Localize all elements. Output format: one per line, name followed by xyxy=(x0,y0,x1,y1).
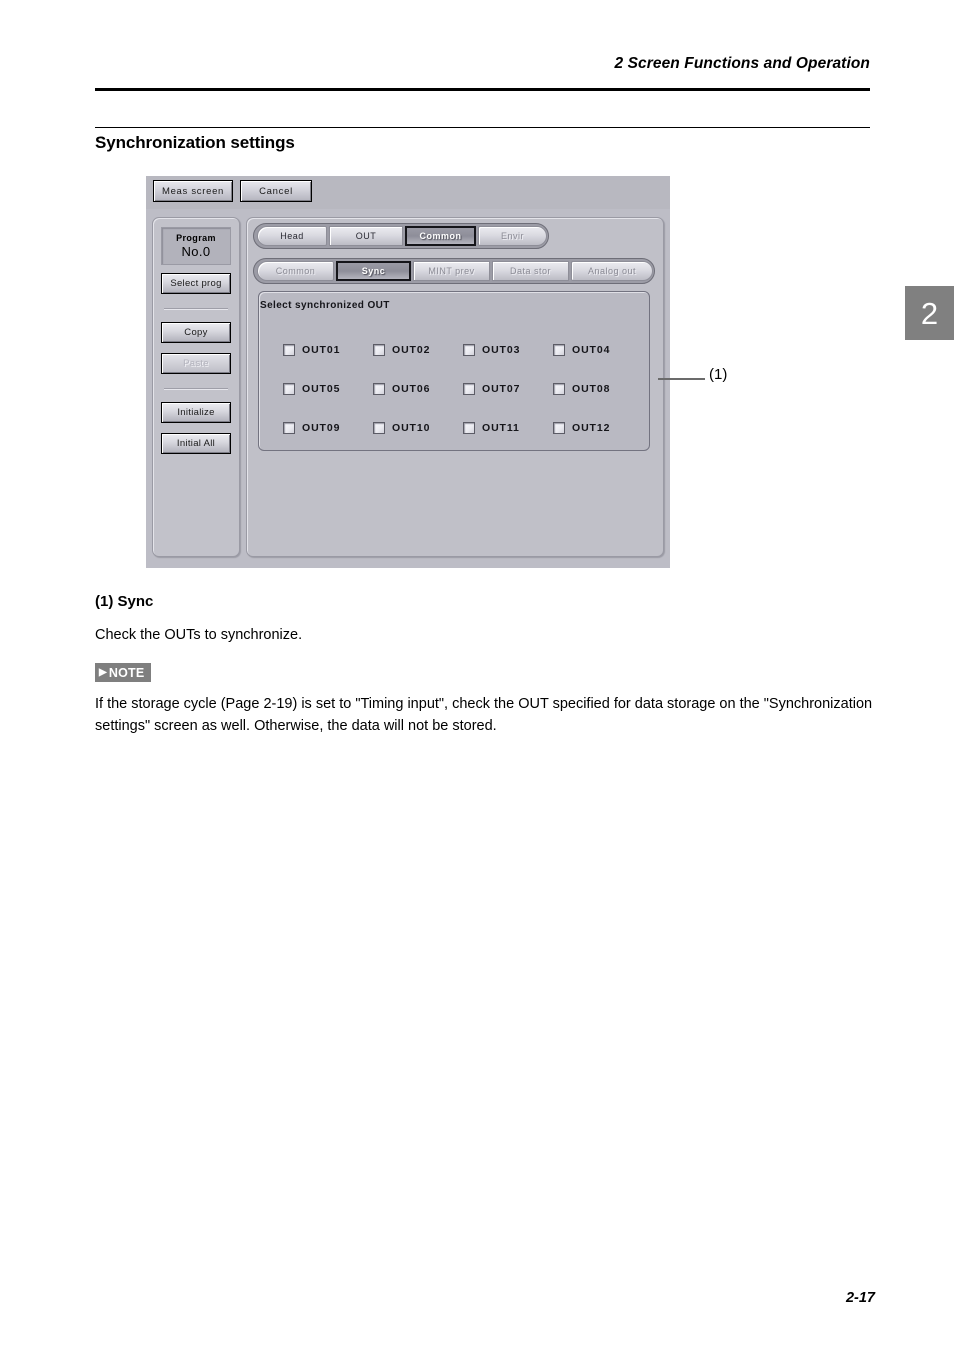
rail-separator-1 xyxy=(164,308,228,310)
secondary-tab-bar: Common Sync MINT prev Data stor Analog o… xyxy=(253,258,655,284)
checkbox-item-out07[interactable]: OUT07 xyxy=(463,369,553,408)
note-paragraph: If the storage cycle (Page 2-19) is set … xyxy=(95,696,873,734)
tab-mint-prev[interactable]: MINT prev xyxy=(413,261,490,281)
paste-button[interactable]: Paste xyxy=(161,353,231,374)
program-value: No.0 xyxy=(181,244,211,259)
tab-head[interactable]: Head xyxy=(257,226,327,246)
section-rule xyxy=(95,127,870,128)
checkbox-label: OUT09 xyxy=(302,421,341,434)
checkbox-row: OUT05 OUT06 OUT07 OUT08 xyxy=(283,369,643,408)
checkbox-label: OUT02 xyxy=(392,343,431,356)
checkbox-label: OUT08 xyxy=(572,382,611,395)
checkbox-icon[interactable] xyxy=(283,343,295,356)
checkbox-row: OUT01 OUT02 OUT03 OUT04 xyxy=(283,330,643,369)
triangle-right-icon: ▶ xyxy=(99,666,107,678)
program-display: Program No.0 xyxy=(161,227,231,265)
checkbox-item-out02[interactable]: OUT02 xyxy=(373,330,463,369)
tab-common-primary[interactable]: Common xyxy=(405,226,476,246)
callout-leader-line xyxy=(658,378,705,380)
checkbox-icon[interactable] xyxy=(373,343,385,356)
initial-all-button[interactable]: Initial All xyxy=(161,433,231,454)
tab-analog-out[interactable]: Analog out xyxy=(571,261,653,281)
checkbox-icon[interactable] xyxy=(463,343,475,356)
checkbox-item-out03[interactable]: OUT03 xyxy=(463,330,553,369)
checkbox-item-out04[interactable]: OUT04 xyxy=(553,330,643,369)
checkbox-icon[interactable] xyxy=(553,382,565,395)
checkbox-label: OUT03 xyxy=(482,343,521,356)
content-panel: Head OUT Common Envir Common Sync MINT p… xyxy=(246,217,664,557)
checkbox-item-out12[interactable]: OUT12 xyxy=(553,408,643,447)
device-toolbar: Meas screen Cancel xyxy=(146,176,670,209)
checkbox-label: OUT01 xyxy=(302,343,341,356)
device-screenshot-figure: Meas screen Cancel Program No.0 Select p… xyxy=(146,176,670,568)
checkbox-icon[interactable] xyxy=(373,382,385,395)
checkbox-label: OUT07 xyxy=(482,382,521,395)
checkbox-icon[interactable] xyxy=(463,382,475,395)
synchronized-out-groupbox: Select synchronized OUT OUT01 OUT02 OUT0… xyxy=(258,291,650,451)
primary-tab-bar: Head OUT Common Envir xyxy=(253,223,549,249)
header-rule xyxy=(95,88,870,91)
callout-label-1: (1) xyxy=(709,366,728,383)
rail-separator-2 xyxy=(164,388,228,390)
checkbox-row: OUT09 OUT10 OUT11 OUT12 xyxy=(283,408,643,447)
subsection-heading: (1) Sync xyxy=(95,593,154,610)
checkbox-label: OUT05 xyxy=(302,382,341,395)
checkbox-label: OUT06 xyxy=(392,382,431,395)
tab-envir[interactable]: Envir xyxy=(478,226,547,246)
checkbox-label: OUT11 xyxy=(482,421,520,434)
checkbox-item-out06[interactable]: OUT06 xyxy=(373,369,463,408)
cancel-button[interactable]: Cancel xyxy=(240,180,312,202)
checkbox-icon[interactable] xyxy=(373,421,385,434)
meas-screen-button[interactable]: Meas screen xyxy=(153,180,233,202)
out-checkbox-grid: OUT01 OUT02 OUT03 OUT04 OUT05 OUT06 OUT0… xyxy=(283,330,643,447)
running-header-title: 2 Screen Functions and Operation xyxy=(614,55,870,72)
tab-out[interactable]: OUT xyxy=(329,226,403,246)
checkbox-item-out01[interactable]: OUT01 xyxy=(283,330,373,369)
note-badge-label: NOTE xyxy=(108,665,145,680)
running-header: 2 Screen Functions and Operation xyxy=(95,55,870,73)
initialize-button[interactable]: Initialize xyxy=(161,402,231,423)
checkbox-item-out10[interactable]: OUT10 xyxy=(373,408,463,447)
checkbox-label: OUT12 xyxy=(572,421,611,434)
checkbox-item-out09[interactable]: OUT09 xyxy=(283,408,373,447)
checkbox-icon[interactable] xyxy=(463,421,475,434)
tab-common-secondary[interactable]: Common xyxy=(257,261,334,281)
page-title: Synchronization settings xyxy=(95,133,295,152)
checkbox-icon[interactable] xyxy=(283,421,295,434)
checkbox-label: OUT04 xyxy=(572,343,611,356)
checkbox-label: OUT10 xyxy=(392,421,431,434)
checkbox-item-out05[interactable]: OUT05 xyxy=(283,369,373,408)
checkbox-item-out08[interactable]: OUT08 xyxy=(553,369,643,408)
checkbox-item-out11[interactable]: OUT11 xyxy=(463,408,553,447)
page-number: 2-17 xyxy=(845,1290,875,1306)
left-rail-panel: Program No.0 Select prog Copy Paste Init… xyxy=(152,217,240,557)
checkbox-icon[interactable] xyxy=(553,343,565,356)
chapter-marker: 2 xyxy=(905,286,954,340)
select-prog-button[interactable]: Select prog xyxy=(161,273,231,294)
copy-button[interactable]: Copy xyxy=(161,322,231,343)
device-body: Program No.0 Select prog Copy Paste Init… xyxy=(146,209,670,568)
tab-data-stor[interactable]: Data stor xyxy=(492,261,569,281)
note-badge: ▶ NOTE xyxy=(95,663,152,682)
checkbox-icon[interactable] xyxy=(553,421,565,434)
body-paragraph-1: Check the OUTs to synchronize. xyxy=(95,627,303,643)
program-label: Program xyxy=(176,233,216,243)
checkbox-icon[interactable] xyxy=(283,382,295,395)
groupbox-caption: Select synchronized OUT xyxy=(260,300,390,311)
tab-sync[interactable]: Sync xyxy=(336,261,411,281)
